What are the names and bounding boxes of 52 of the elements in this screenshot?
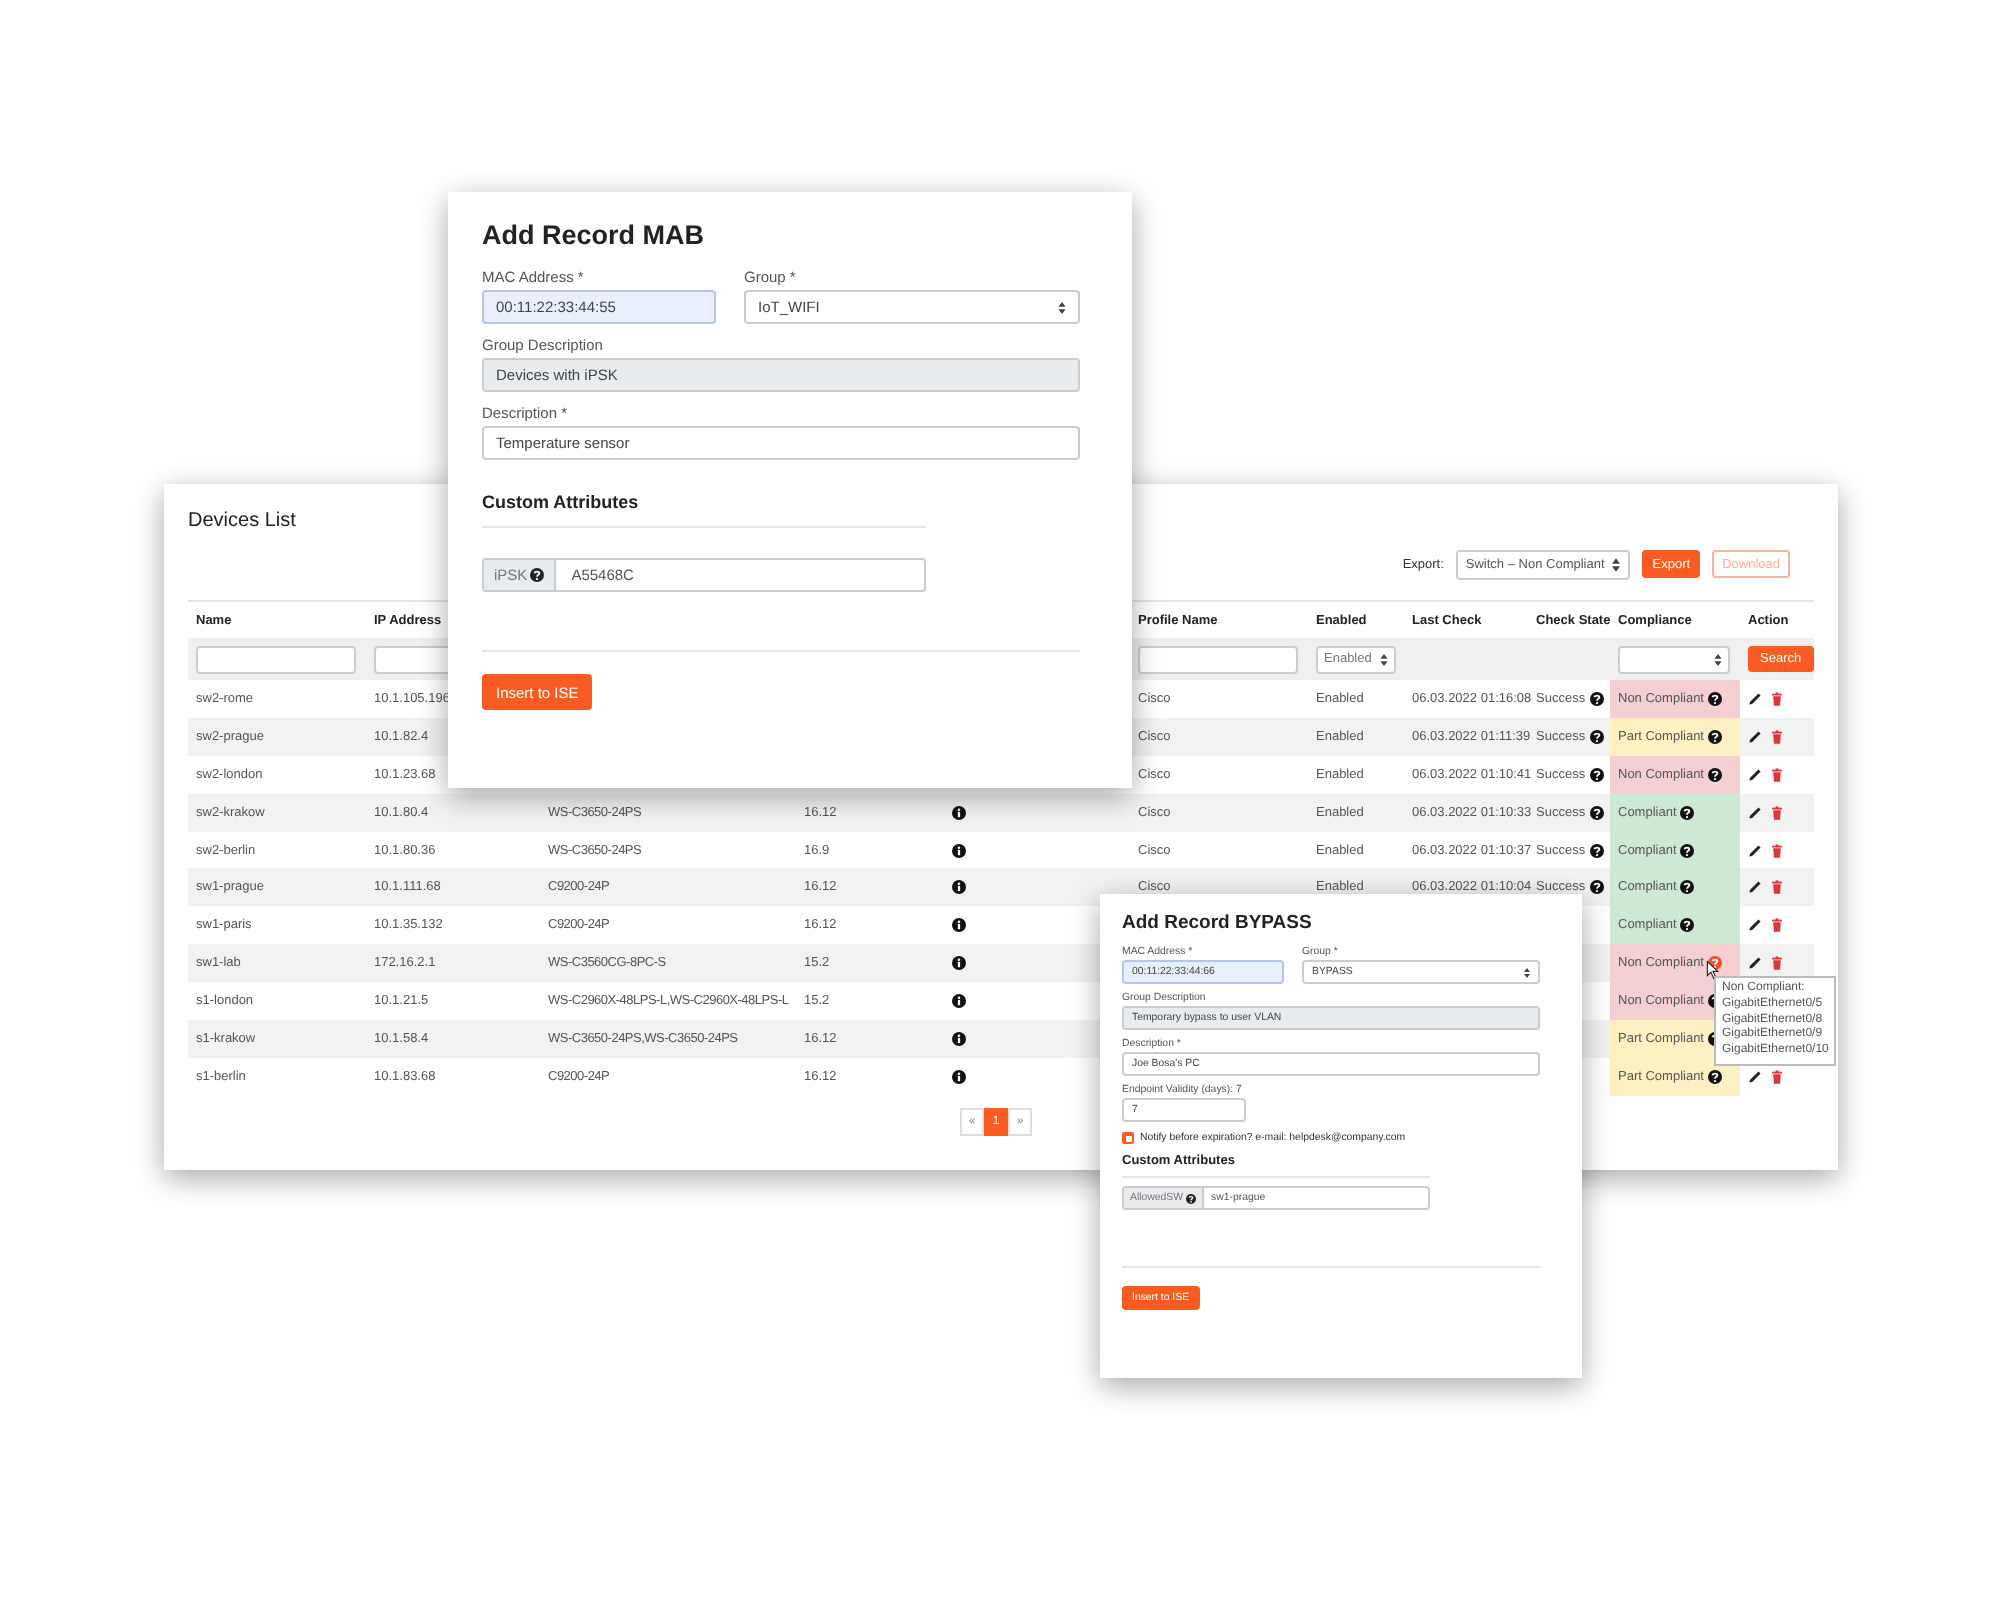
sort-caret-icon (1379, 653, 1388, 665)
help-icon[interactable] (1589, 729, 1604, 744)
help-icon[interactable] (1708, 1069, 1722, 1084)
pencil-icon[interactable] (1748, 956, 1762, 971)
pencil-icon[interactable] (1748, 805, 1762, 820)
trash-icon[interactable] (1770, 767, 1784, 782)
sort-caret-icon (1524, 967, 1530, 977)
trash-icon[interactable] (1770, 918, 1784, 933)
name-filter-field[interactable] (196, 645, 356, 673)
info-icon[interactable] (952, 1069, 966, 1084)
notify-checkbox[interactable] (1122, 1132, 1134, 1144)
help-icon[interactable] (1589, 691, 1604, 706)
help-icon[interactable] (1680, 843, 1695, 857)
window-title: Devices List (188, 508, 298, 536)
info-icon[interactable] (952, 843, 966, 857)
help-icon[interactable] (1680, 918, 1695, 933)
help-icon[interactable] (1680, 880, 1695, 895)
trash-icon[interactable] (1770, 843, 1784, 857)
help-icon[interactable] (1680, 805, 1695, 820)
pencil-icon[interactable] (1748, 729, 1762, 744)
pencil-icon[interactable] (1748, 843, 1762, 857)
pencil-icon[interactable] (1748, 1069, 1762, 1084)
dialog-title: Add Record MAB (482, 220, 706, 254)
trash-icon[interactable] (1770, 956, 1784, 971)
trash-icon[interactable] (1770, 805, 1784, 820)
profile-filter-field[interactable] (1138, 645, 1298, 673)
help-icon[interactable] (1589, 767, 1604, 782)
pencil-icon[interactable] (1748, 918, 1762, 933)
pencil-icon[interactable] (1748, 880, 1762, 895)
pencil-icon[interactable] (1748, 691, 1762, 706)
sort-caret-icon (1612, 557, 1621, 571)
help-icon[interactable] (1589, 805, 1604, 820)
info-icon[interactable] (952, 918, 966, 933)
info-icon[interactable] (952, 880, 966, 895)
trash-icon[interactable] (1770, 1069, 1784, 1084)
help-icon[interactable] (1589, 843, 1604, 857)
trash-icon[interactable] (1770, 691, 1784, 706)
sort-caret-icon (1714, 653, 1722, 665)
help-icon[interactable] (1708, 729, 1722, 744)
info-icon[interactable] (952, 956, 966, 971)
trash-icon[interactable] (1770, 729, 1784, 744)
help-icon[interactable] (1708, 691, 1722, 706)
dialog-title: Add Record BYPASS (1122, 912, 1314, 938)
pencil-icon[interactable] (1748, 767, 1762, 782)
info-icon[interactable] (952, 1031, 966, 1046)
help-icon[interactable] (1708, 767, 1722, 782)
section-title: Custom Attributes (482, 492, 641, 512)
trash-icon[interactable] (1770, 880, 1784, 895)
info-icon[interactable] (952, 805, 966, 820)
info-icon[interactable] (952, 994, 966, 1009)
help-icon[interactable] (1589, 880, 1604, 895)
sort-caret-icon (1058, 301, 1066, 313)
